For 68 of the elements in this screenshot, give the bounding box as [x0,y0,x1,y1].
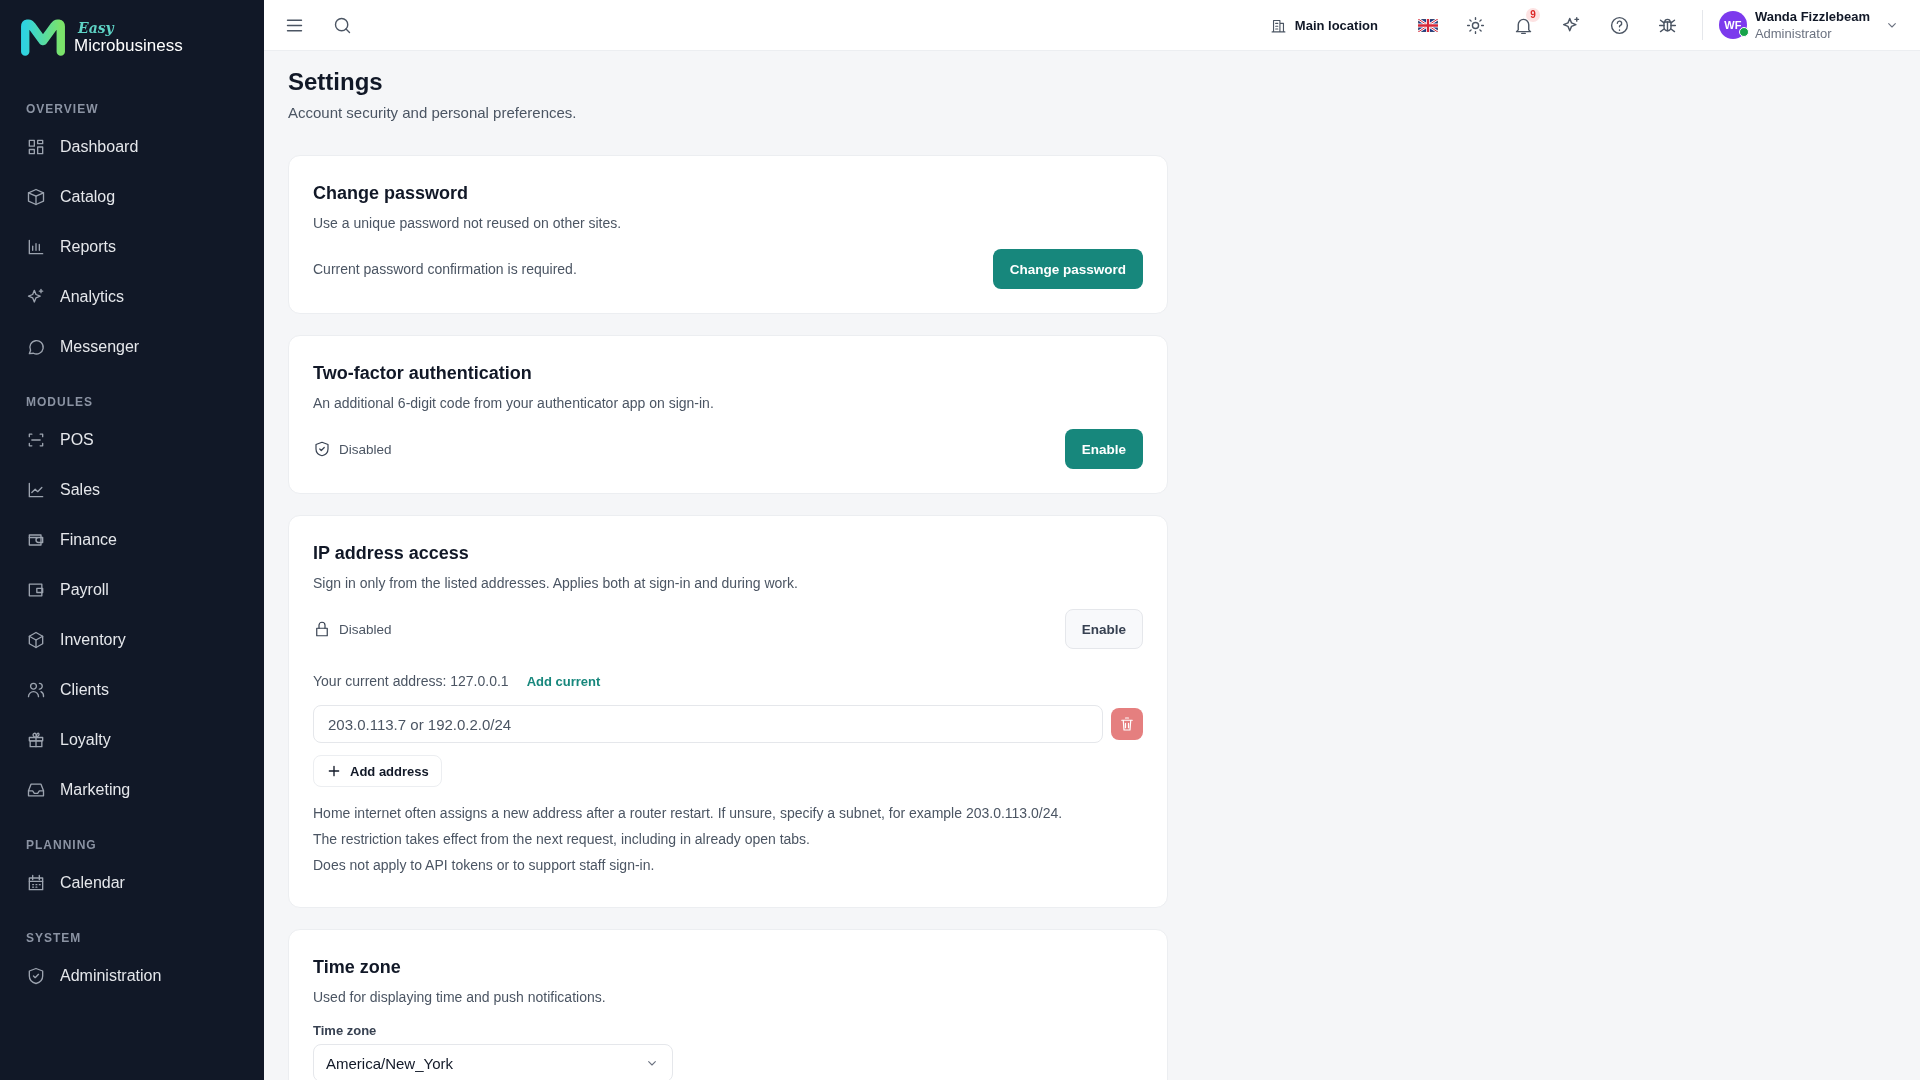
gift-icon [26,730,46,750]
nav-section-heading: MODULES [26,395,94,409]
page-subtitle: Account security and personal preferences. [288,104,578,121]
brand-tagline: Easy [78,20,116,35]
field-label: Time zone [313,1023,378,1038]
nav-item[interactable]: Sales [26,465,101,515]
enable-button[interactable]: Enable [1064,429,1143,469]
nav-item[interactable]: Clients [26,665,109,715]
plus-icon [326,763,342,779]
location-selector[interactable]: Main location [1263,15,1384,35]
user-role: Administrator [1754,25,1833,42]
info-note: The restriction takes effect from the next request, including in already open tabs. [313,831,811,847]
info-note: Does not apply to API tokens or to support staff sign-in. [313,857,656,873]
change-password-button[interactable]: Change password [992,249,1143,289]
nav-item[interactable]: Catalog [26,172,116,222]
nav-item[interactable]: Analytics [26,272,125,322]
page-title: Settings [288,68,384,96]
shield-icon [313,440,331,458]
notification-count: 9 [1526,8,1540,22]
card-title: Change password [313,183,470,204]
nav-section-heading: OVERVIEW [26,102,100,116]
ip-address-field[interactable]: 203.0.113.7 or 192.0.2.0/24 [313,705,1103,743]
logo-icon [20,18,66,56]
package-icon [26,187,46,207]
line-chart-icon [26,480,46,500]
add-current-link[interactable]: Add current [526,673,601,689]
card-description: Sign in only from the listed addresses. Applies both at sign-in and during work. [313,575,799,591]
users-icon [26,680,46,700]
user-name: Wanda Fizzlebeam [1754,8,1870,25]
current-address: Your current address: 127.0.0.1 [313,673,509,689]
nav-item[interactable]: Calendar [26,858,125,908]
card-description: Use a unique password not reused on other sites. [313,215,623,231]
delete-button[interactable] [1111,708,1143,740]
nav-item[interactable]: Messenger [26,322,140,372]
user-menu[interactable]: WF Wanda Fizzlebeam Administrator [1718,8,1900,42]
trash-icon [1118,715,1136,733]
add-address-button[interactable]: Add address [313,755,442,787]
hint-text: Current password confirmation is required. [313,261,577,277]
nav-item[interactable]: Administration [26,951,162,1001]
avatar: WF [1718,11,1747,39]
card-title: Time zone [313,957,402,978]
cube-icon [26,630,46,650]
status-text: Disabled [339,441,392,457]
nav-item[interactable]: Finance [26,515,117,565]
brand-name: Microbusiness [74,36,183,54]
card-description: Used for displaying time and push notifications. [313,989,607,1005]
card-title: IP address access [313,543,470,564]
card-description: An additional 6-digit code from your authenticator app on sign-in. [313,395,715,411]
nav-item[interactable]: Payroll [26,565,109,615]
bar-chart-icon [26,237,46,257]
nav-item[interactable]: Reports [26,222,117,272]
shield-icon [26,966,46,986]
notification-button[interactable]: 9 [1505,7,1542,43]
nav-section-heading: SYSTEM [26,931,83,945]
nav-item[interactable]: POS [26,415,94,465]
time-zone-select[interactable]: America/New_York [313,1044,673,1080]
card-title: Two-factor authentication [313,363,533,384]
calendar-icon [26,873,46,893]
nav-item[interactable]: Dashboard [26,122,139,172]
nav-item[interactable]: Loyalty [26,715,111,765]
lock-icon [313,620,331,638]
nav-section-heading: PLANNING [26,838,98,852]
nav-item[interactable]: Inventory [26,615,126,665]
chat-bubble-icon [26,337,46,357]
grid-icon [26,137,46,157]
info-note: Home internet often assigns a new address after a router restart. If unsure, specify a subnet, for example 203.0.113.0/24. [313,805,1064,821]
status-text: Disabled [339,621,392,637]
nav-item[interactable]: Marketing [26,765,131,815]
